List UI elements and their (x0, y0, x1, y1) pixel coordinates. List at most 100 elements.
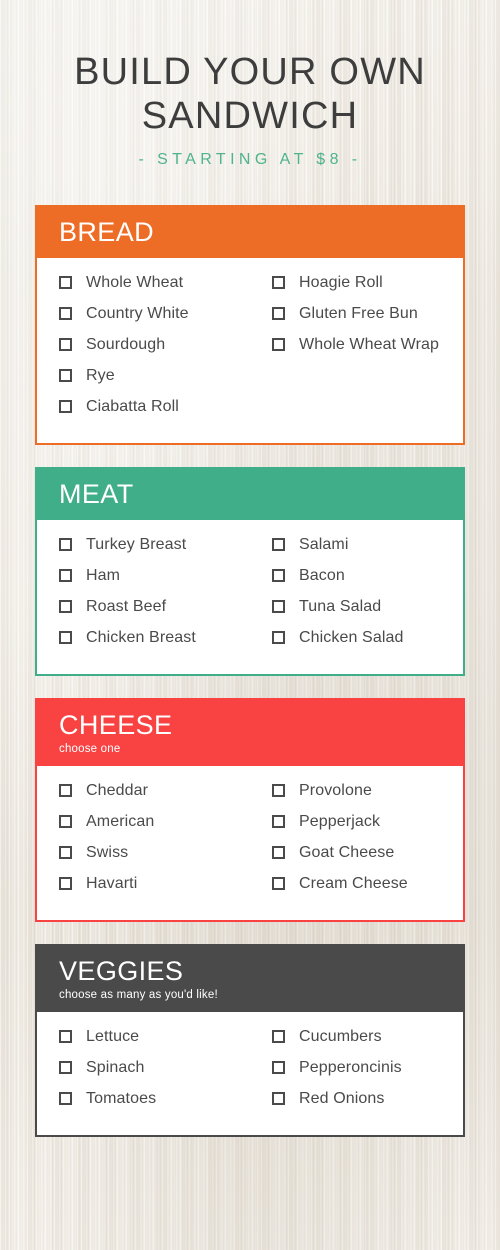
option-row[interactable]: Sourdough (59, 334, 244, 355)
checkbox-icon[interactable] (59, 338, 72, 351)
checkbox-icon[interactable] (272, 276, 285, 289)
checkbox-icon[interactable] (59, 1061, 72, 1074)
option-label: Cheddar (86, 782, 149, 799)
checkbox-icon[interactable] (59, 877, 72, 890)
option-label: Hoagie Roll (299, 274, 383, 291)
option-label: Tuna Salad (299, 598, 382, 615)
option-row[interactable]: Hoagie Roll (272, 272, 457, 293)
option-row[interactable]: Country White (59, 303, 244, 324)
checkbox-icon[interactable] (59, 600, 72, 613)
option-row[interactable]: Swiss (59, 842, 244, 863)
checkbox-icon[interactable] (59, 846, 72, 859)
option-row[interactable]: Tomatoes (59, 1088, 244, 1109)
checkbox-icon[interactable] (272, 631, 285, 644)
option-row[interactable]: Pepperoncinis (272, 1057, 457, 1078)
checkbox-icon[interactable] (272, 338, 285, 351)
option-label: Chicken Salad (299, 629, 404, 646)
page-header: BUILD YOUR OWN SANDWICH - STARTING AT $8… (0, 0, 500, 169)
checkbox-icon[interactable] (59, 784, 72, 797)
page-title: BUILD YOUR OWN SANDWICH (74, 51, 426, 137)
checkbox-icon[interactable] (59, 1092, 72, 1105)
checkbox-icon[interactable] (59, 276, 72, 289)
section-card-bread: BREAD Whole Wheat Country White Sourdough Ry… (35, 205, 465, 445)
option-row[interactable]: Ciabatta Roll (59, 396, 244, 417)
checkbox-icon[interactable] (272, 307, 285, 320)
option-label: American (86, 813, 155, 830)
option-label: Turkey Breast (86, 536, 187, 553)
option-label: Goat Cheese (299, 844, 395, 861)
option-row[interactable]: Goat Cheese (272, 842, 457, 863)
section-title: VEGGIES (59, 956, 184, 986)
option-row[interactable]: Havarti (59, 873, 244, 894)
checkbox-icon[interactable] (59, 400, 72, 413)
option-label: Pepperoncinis (299, 1059, 402, 1076)
option-row[interactable]: Turkey Breast (59, 534, 244, 555)
option-row[interactable]: Gluten Free Bun (272, 303, 457, 324)
section-body-meat: Turkey Breast Ham Roast Beef Chicken Breast… (37, 520, 463, 674)
option-row[interactable]: Tuna Salad (272, 596, 457, 617)
checkbox-icon[interactable] (59, 815, 72, 828)
checkbox-icon[interactable] (272, 846, 285, 859)
option-row[interactable]: Provolone (272, 780, 457, 801)
option-row[interactable]: Spinach (59, 1057, 244, 1078)
checkbox-icon[interactable] (59, 1030, 72, 1043)
option-row[interactable]: Lettuce (59, 1026, 244, 1047)
section-subtitle: choose one (59, 743, 121, 755)
option-column-left: Cheddar American Swiss Havarti (37, 780, 250, 894)
option-label: Spinach (86, 1059, 145, 1076)
checkbox-icon[interactable] (59, 631, 72, 644)
checkbox-icon[interactable] (272, 1092, 285, 1105)
option-row[interactable]: Cream Cheese (272, 873, 457, 894)
option-label: Lettuce (86, 1028, 140, 1045)
option-label: Ham (86, 567, 121, 584)
checkbox-icon[interactable] (272, 1061, 285, 1074)
section-body-cheese: Cheddar American Swiss Havarti Provolone Pepp… (37, 766, 463, 920)
checkbox-icon[interactable] (272, 569, 285, 582)
checkbox-icon[interactable] (272, 877, 285, 890)
option-row[interactable]: American (59, 811, 244, 832)
option-row[interactable]: Cucumbers (272, 1026, 457, 1047)
section-header-meat: MEAT (37, 469, 463, 520)
option-label: Whole Wheat (86, 274, 184, 291)
checkbox-icon[interactable] (59, 538, 72, 551)
checkbox-icon[interactable] (59, 569, 72, 582)
option-label: Roast Beef (86, 598, 167, 615)
section-subtitle: choose as many as you'd like! (59, 989, 218, 1001)
option-label: Cucumbers (299, 1028, 382, 1045)
sections-container: BREAD Whole Wheat Country White Sourdough Ry… (0, 205, 500, 1137)
option-label: Ciabatta Roll (86, 398, 179, 415)
option-column-right: Hoagie Roll Gluten Free Bun Whole Wheat Wr… (250, 272, 463, 417)
checkbox-icon[interactable] (272, 815, 285, 828)
checkbox-icon[interactable] (272, 784, 285, 797)
checkbox-icon[interactable] (272, 600, 285, 613)
option-row[interactable]: Chicken Salad (272, 627, 457, 648)
checkbox-icon[interactable] (272, 1030, 285, 1043)
option-row[interactable]: Bacon (272, 565, 457, 586)
checkbox-icon[interactable] (59, 369, 72, 382)
option-label: Gluten Free Bun (299, 305, 418, 322)
option-label: Country White (86, 305, 189, 322)
option-row[interactable]: Pepperjack (272, 811, 457, 832)
option-label: Sourdough (86, 336, 166, 353)
option-column-right: Salami Bacon Tuna Salad Chicken Salad (250, 534, 463, 648)
checkbox-icon[interactable] (59, 307, 72, 320)
option-row[interactable]: Whole Wheat Wrap (272, 334, 457, 355)
option-label: Salami (299, 536, 349, 553)
option-row[interactable]: Ham (59, 565, 244, 586)
section-header-veggies: VEGGIES choose as many as you'd like! (37, 946, 463, 1012)
section-title: MEAT (59, 479, 134, 509)
option-column-right: Cucumbers Pepperoncinis Red Onions (250, 1026, 463, 1109)
checkbox-icon[interactable] (272, 538, 285, 551)
option-label: Cream Cheese (299, 875, 408, 892)
option-row[interactable]: Salami (272, 534, 457, 555)
option-row[interactable]: Rye (59, 365, 244, 386)
option-row[interactable]: Roast Beef (59, 596, 244, 617)
option-row[interactable]: Whole Wheat (59, 272, 244, 293)
option-column-right: Provolone Pepperjack Goat Cheese Cream Chee… (250, 780, 463, 894)
option-row[interactable]: Red Onions (272, 1088, 457, 1109)
option-row[interactable]: Cheddar (59, 780, 244, 801)
section-card-cheese: CHEESE choose one Cheddar American Swiss Hava… (35, 698, 465, 922)
option-label: Whole Wheat Wrap (299, 336, 440, 353)
option-label: Swiss (86, 844, 129, 861)
option-row[interactable]: Chicken Breast (59, 627, 244, 648)
